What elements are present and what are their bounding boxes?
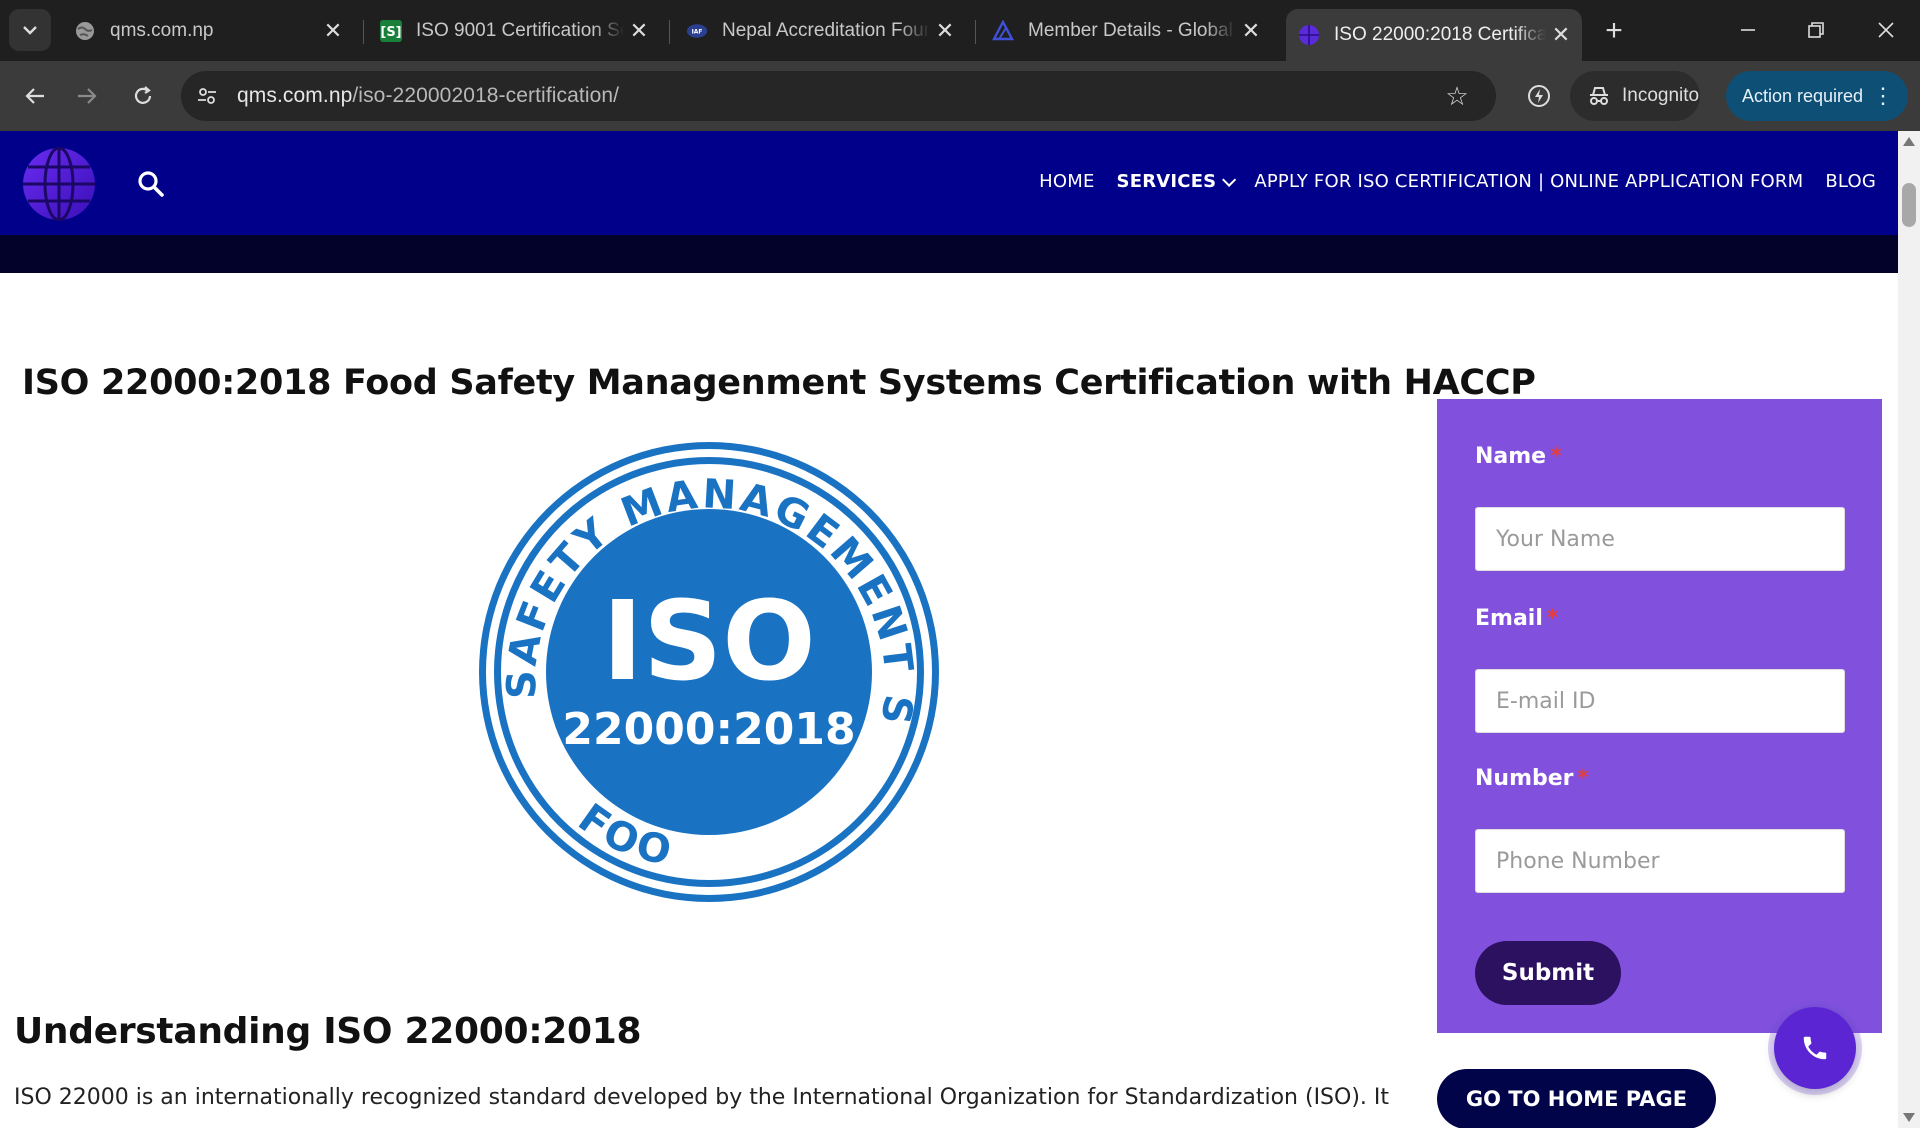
tab-title: Nepal Accreditation Foun (722, 20, 930, 41)
call-button[interactable] (1774, 1007, 1856, 1089)
url-path: /iso-220002018-certification/ (352, 84, 620, 107)
tab-nepal-accreditation[interactable]: IAF Nepal Accreditation Foun ✕ (674, 10, 966, 52)
minimize-icon (1741, 29, 1755, 31)
tab-iso22000-active[interactable]: ISO 22000:2018 Certificat ✕ (1286, 9, 1582, 61)
badge-iso-text: ISO (602, 577, 816, 705)
name-field[interactable] (1475, 507, 1845, 571)
restore-button[interactable] (1788, 8, 1844, 52)
contact-form: Name* Email* Number* Submit (1437, 399, 1882, 1033)
extension-icon[interactable] (1518, 75, 1560, 117)
scroll-up-arrow-icon[interactable] (1903, 137, 1915, 146)
url-host: qms.com.np (237, 84, 353, 107)
scroll-down-arrow-icon[interactable] (1903, 1113, 1915, 1122)
action-required-label: Action required (1742, 85, 1864, 106)
close-icon[interactable]: ✕ (1236, 16, 1266, 46)
badge-standard-text: 22000:2018 (562, 704, 855, 755)
reload-button[interactable] (122, 75, 164, 117)
close-icon[interactable]: ✕ (318, 16, 348, 46)
tab-member-details[interactable]: Member Details - Global ✕ (980, 10, 1272, 52)
header-band (0, 235, 1898, 273)
email-field[interactable] (1475, 669, 1845, 733)
tab-separator (363, 20, 364, 44)
scrollbar-thumb[interactable] (1902, 183, 1916, 227)
go-to-home-button[interactable]: GO TO HOME PAGE (1437, 1069, 1716, 1128)
tab-title: qms.com.np (110, 20, 214, 41)
iaf-icon: IAF (686, 20, 708, 42)
forward-button[interactable] (66, 75, 108, 117)
triangle-logo-icon (992, 20, 1014, 42)
number-label: Number * (1475, 766, 1589, 791)
page-viewport: HOME SERVICES APPLY FOR ISO CERTIFICATIO… (0, 131, 1898, 1128)
new-tab-button[interactable]: + (1596, 13, 1632, 49)
url-text: qms.com.np/iso-220002018-certification/ (237, 84, 619, 108)
site-logo-globe-icon[interactable] (22, 147, 96, 221)
section-heading: Understanding ISO 22000:2018 (14, 1011, 642, 1052)
minimize-button[interactable] (1720, 8, 1776, 52)
phone-icon (1803, 1036, 1827, 1060)
required-mark: * (1550, 444, 1562, 469)
svg-text:IAF: IAF (692, 30, 703, 36)
nav-blog[interactable]: BLOG (1825, 171, 1876, 192)
site-globe-icon (1298, 24, 1320, 46)
close-icon[interactable]: ✕ (930, 16, 960, 46)
intro-paragraph: ISO 22000 is an internationally recogniz… (14, 1085, 1390, 1110)
more-vert-icon[interactable]: ⋮ (1872, 83, 1894, 109)
globe-icon (74, 20, 96, 42)
address-bar[interactable]: qms.com.np/iso-220002018-certification/ … (181, 71, 1496, 121)
site-info-icon[interactable] (187, 76, 227, 116)
phone-field[interactable] (1475, 829, 1845, 893)
name-label-text: Name (1475, 444, 1547, 469)
tab-iso9001[interactable]: [S] ISO 9001 Certification Se ✕ (368, 10, 660, 52)
submit-button[interactable]: Submit (1475, 941, 1621, 1005)
arrow-right-icon (78, 88, 97, 104)
bookmark-star-icon[interactable]: ☆ (1440, 79, 1474, 113)
required-mark: * (1577, 766, 1590, 791)
tab-separator (975, 20, 976, 44)
nav-apply[interactable]: APPLY FOR ISO CERTIFICATION | ONLINE APP… (1254, 171, 1803, 192)
close-icon (1878, 22, 1894, 38)
tab-title: ISO 9001 Certification Se (416, 20, 624, 41)
chevron-down-icon (23, 26, 37, 35)
browser-toolbar: qms.com.np/iso-220002018-certification/ … (0, 61, 1920, 131)
back-button[interactable] (14, 75, 56, 117)
tab-title: ISO 22000:2018 Certificat (1334, 24, 1546, 45)
page-scrollbar[interactable] (1898, 131, 1920, 1128)
nav-services[interactable]: SERVICES (1116, 171, 1237, 192)
tab-search-button[interactable] (9, 9, 51, 51)
restore-icon (1808, 22, 1824, 38)
tab-separator (669, 20, 670, 44)
close-window-button[interactable] (1858, 8, 1914, 52)
page-title: ISO 22000:2018 Food Safety Managenment S… (22, 363, 1536, 403)
search-icon[interactable] (136, 169, 166, 199)
email-label-text: Email (1475, 606, 1543, 631)
incognito-label: Incognito (1622, 85, 1700, 106)
chevron-down-icon (1222, 172, 1237, 187)
close-icon[interactable]: ✕ (1546, 20, 1576, 50)
action-required-button[interactable]: Action required ⋮ (1726, 71, 1908, 121)
required-mark: * (1546, 606, 1559, 631)
arrow-left-icon (25, 88, 44, 104)
nav-services-label: SERVICES (1116, 171, 1217, 192)
email-label: Email * (1475, 606, 1558, 631)
number-label-text: Number (1475, 766, 1574, 791)
iso-22000-badge-image: SAFETY MANAGEMENT SYSTEM FOOD ISO 22000:… (476, 439, 939, 902)
site-header: HOME SERVICES APPLY FOR ISO CERTIFICATIO… (0, 131, 1898, 235)
close-icon[interactable]: ✕ (624, 16, 654, 46)
incognito-indicator[interactable]: Incognito (1570, 71, 1700, 121)
tab-strip: qms.com.np ✕ [S] ISO 9001 Certification … (0, 0, 1920, 61)
incognito-icon (1586, 83, 1612, 109)
reload-icon (134, 86, 152, 104)
s-bracket-icon: [S] (380, 20, 402, 42)
tab-qms[interactable]: qms.com.np ✕ (62, 10, 354, 52)
tab-title: Member Details - Global (1028, 20, 1233, 41)
name-label: Name * (1475, 444, 1562, 469)
main-nav: HOME SERVICES APPLY FOR ISO CERTIFICATIO… (1017, 171, 1876, 192)
nav-home[interactable]: HOME (1039, 171, 1094, 192)
svg-text:[S]: [S] (380, 25, 401, 40)
